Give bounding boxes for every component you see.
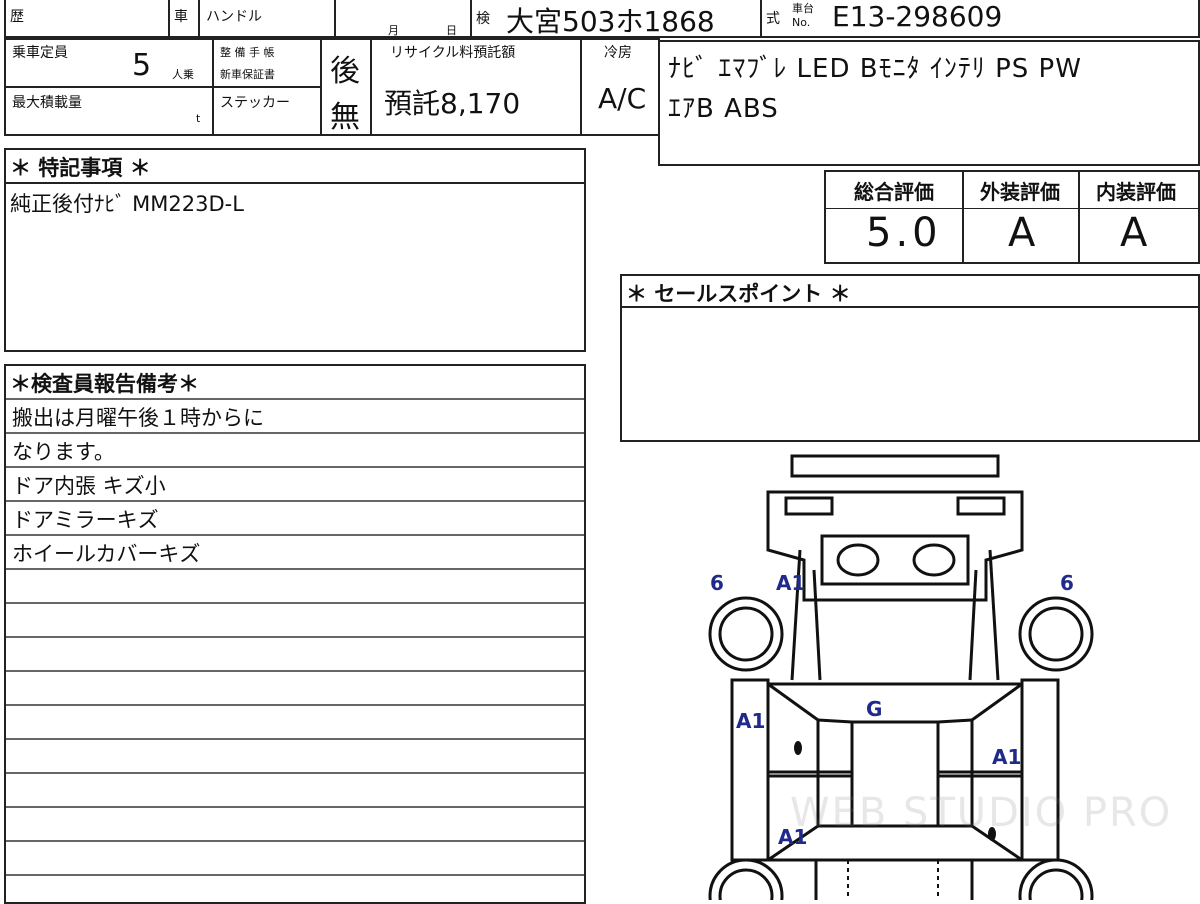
cooling-label: 冷房 xyxy=(604,45,632,61)
inspector-note-line: ホイールカバーキズ xyxy=(12,542,201,566)
windshield xyxy=(820,534,970,586)
recycle-fee-label: リサイクル料預託額 xyxy=(390,45,516,61)
equipment-line-2: ｴｱB ABS xyxy=(668,94,779,124)
watermark: WEB STUDIO PRO xyxy=(790,790,1173,836)
warranty-label: 新車保証書 xyxy=(220,68,275,81)
front-left-door-handle xyxy=(794,741,802,755)
overall-rating-value: 5.0 xyxy=(866,210,942,256)
max-load-label: 最大積載量 xyxy=(12,95,82,111)
max-load-unit: t xyxy=(196,112,201,125)
door-front-left-mark: A1 xyxy=(736,709,765,733)
chassis-label-bottom: No. xyxy=(792,16,811,29)
left-headlight xyxy=(784,496,834,516)
fender-front-left-mark: A1 xyxy=(776,571,805,595)
door-front-right-mark: A1 xyxy=(992,745,1021,769)
exterior-rating-value: A xyxy=(1008,210,1036,256)
inspector-note-line: 搬出は月曜午後１時からに xyxy=(12,406,264,430)
capacity-value: 5 xyxy=(132,48,152,83)
cooling-value: A/C xyxy=(598,82,647,115)
special-notes-title: ＊ 特記事項 ＊ xyxy=(10,156,151,180)
wheel-front-left-mark: 6 xyxy=(710,571,724,595)
day-label: 日 xyxy=(446,24,457,37)
interior-rating-value: A xyxy=(1120,210,1148,256)
car-label: 車 xyxy=(174,9,188,25)
inspection-label: 検 xyxy=(476,11,490,27)
wheel-front-right-mark: 6 xyxy=(1060,571,1074,595)
chassis-label-top: 車台 xyxy=(792,2,814,15)
inspector-note-line: ドア内張 キズ小 xyxy=(12,474,166,498)
inspector-note-line: ドアミラーキズ xyxy=(12,508,159,532)
history-label: 歴 xyxy=(10,9,24,25)
exterior-rating-label: 外装評価 xyxy=(980,180,1060,204)
left-body-side xyxy=(730,678,770,862)
special-notes-text: 純正後付ﾅﾋﾞ MM223D-L xyxy=(10,192,244,216)
maintenance-label: 整 備 手 帳 xyxy=(220,46,275,59)
recycle-fee-value: 預託8,170 xyxy=(384,87,521,120)
sales-points-title: ＊ セールスポイント ＊ xyxy=(626,282,851,306)
left-mirror-circle xyxy=(836,543,880,577)
license-plate: 大宮503ホ1868 xyxy=(506,5,715,38)
capacity-label: 乗車定員 xyxy=(12,45,68,61)
right-headlight xyxy=(956,496,1006,516)
hood-mark: G xyxy=(866,697,882,721)
overall-rating-label: 総合評価 xyxy=(854,180,934,204)
maintenance-value: 後 xyxy=(330,54,360,89)
inspector-notes-title: ＊検査員報告備考＊ xyxy=(10,372,199,396)
sticker-value: 無 xyxy=(330,100,360,135)
equipment-line-1: ﾅﾋﾞ ｴﾏﾌﾞﾚ LED Bﾓﾆﾀ ｲﾝﾃﾘ PS PW xyxy=(668,54,1082,84)
sticker-label: ステッカー xyxy=(220,95,290,111)
capacity-unit: 人乗 xyxy=(172,68,194,81)
chassis-number: E13-298609 xyxy=(832,0,1003,33)
model-label: 式 xyxy=(766,11,780,27)
inspector-note-line: なります。 xyxy=(12,440,115,464)
month-label: 月 xyxy=(388,24,399,37)
front-bumper xyxy=(790,454,1000,478)
handle-label: ハンドル xyxy=(206,9,262,25)
right-mirror-circle xyxy=(912,543,956,577)
interior-rating-label: 内装評価 xyxy=(1096,180,1176,204)
